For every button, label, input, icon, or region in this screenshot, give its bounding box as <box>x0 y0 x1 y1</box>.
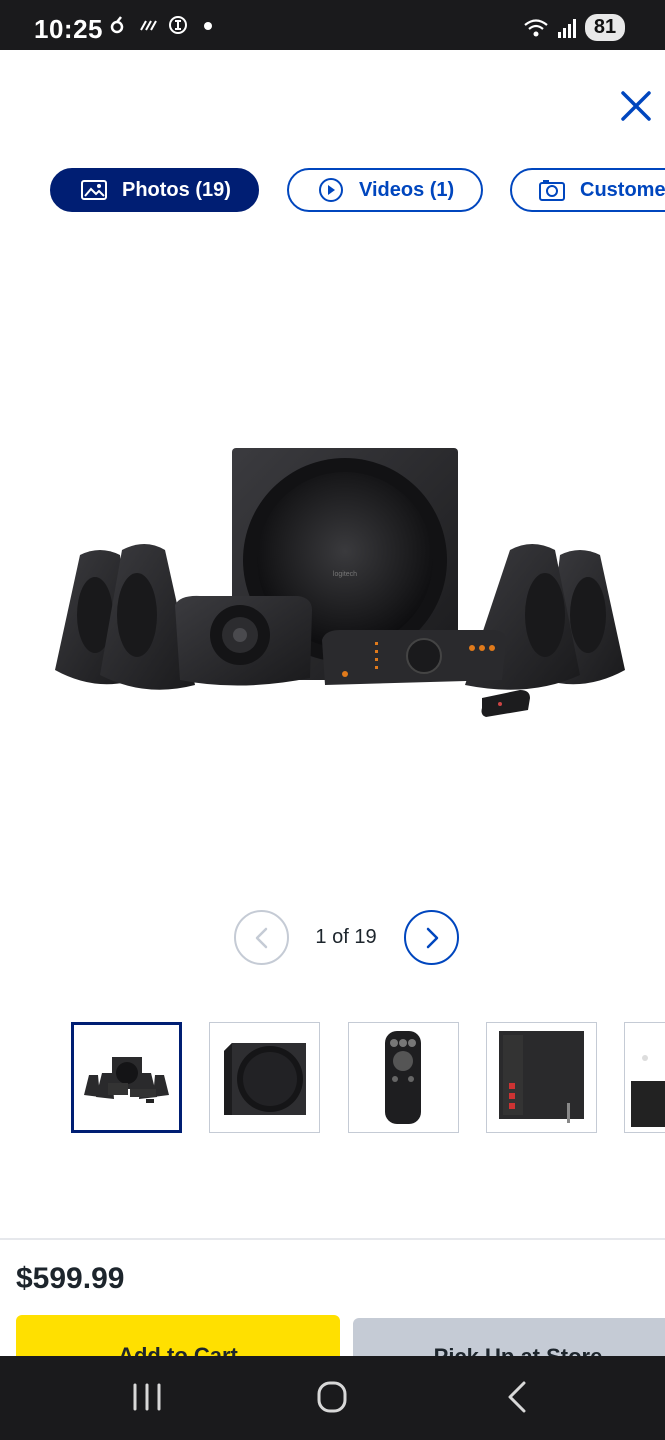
remote-thumb <box>385 1031 421 1124</box>
close-icon[interactable] <box>617 87 655 125</box>
product-price: $599.99 <box>16 1262 125 1295</box>
thumbnail-subwoofer[interactable] <box>209 1022 320 1133</box>
subwoofer-back-thumb <box>499 1031 584 1123</box>
next-image-button[interactable] <box>404 910 459 965</box>
dot-icon <box>204 22 212 30</box>
status-left-icons <box>108 15 218 35</box>
recent-apps-icon[interactable] <box>127 1380 167 1414</box>
tab-photos-label: Photos (19) <box>122 178 231 201</box>
back-icon[interactable] <box>498 1380 538 1414</box>
partial-thumb <box>631 1055 665 1127</box>
status-time: 10:25 <box>34 14 103 44</box>
tab-videos[interactable]: Videos (1) <box>287 168 483 212</box>
thumbnail-speaker-system[interactable] <box>71 1022 182 1133</box>
thumbnail-subwoofer-back[interactable] <box>486 1022 597 1133</box>
image-counter: 1 of 19 <box>315 926 377 948</box>
previous-image-button <box>234 910 289 965</box>
signal-icon <box>558 18 576 38</box>
image-icon <box>81 180 107 200</box>
camera-icon <box>539 180 565 201</box>
tab-videos-label: Videos (1) <box>359 178 455 201</box>
status-right: 81 <box>523 14 625 41</box>
battery-indicator: 81 <box>585 14 625 41</box>
svg-text:logitech: logitech <box>333 571 357 578</box>
chevron-right-icon <box>426 927 438 948</box>
wifi-icon <box>524 18 548 36</box>
product-image[interactable]: logitech <box>40 430 640 730</box>
tab-photos[interactable]: Photos (19) <box>50 168 259 212</box>
tab-customer-label: Customer <box>580 178 665 201</box>
image-pager: 1 of 19 <box>0 910 665 966</box>
subwoofer-thumb <box>224 1043 306 1115</box>
chevron-left-icon <box>255 927 267 948</box>
tab-customer-photos[interactable]: Customer <box>510 168 665 212</box>
status-bar: 10:25 81 <box>0 0 665 50</box>
system-navigation-bar <box>0 1356 665 1440</box>
sync-icon <box>140 20 157 31</box>
thumbnail-strip <box>71 1022 665 1134</box>
media-tabs: Photos (19) Videos (1) Customer <box>50 168 665 214</box>
home-icon[interactable] <box>312 1380 352 1414</box>
speaker-system-thumb <box>84 1057 169 1103</box>
play-circle-icon <box>319 178 343 202</box>
notification-icon <box>110 16 124 34</box>
thumbnail-remote[interactable] <box>348 1022 459 1133</box>
alarm-icon <box>169 16 187 34</box>
divider <box>0 1238 665 1240</box>
thumbnail-partial[interactable] <box>624 1022 665 1133</box>
